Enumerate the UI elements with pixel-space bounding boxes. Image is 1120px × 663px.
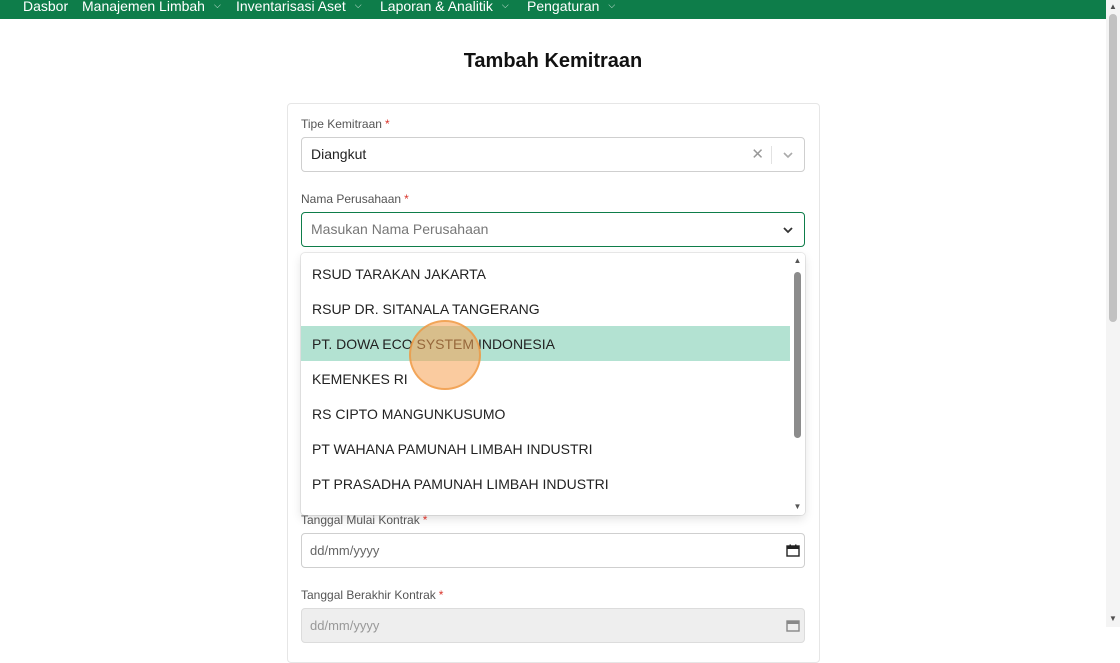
chevron-down-icon: ⌵	[354, 0, 362, 10]
nav-item-label: Pengaturan	[527, 0, 600, 14]
nav-item-inventarisasi-aset[interactable]: Inventarisasi Aset ⌵	[236, 0, 362, 19]
required-mark: *	[438, 588, 444, 602]
nav-item-label: Dasbor	[23, 0, 69, 14]
dropdown-option[interactable]: RSUP DR. SITANALA TANGERANG	[301, 291, 790, 326]
selected-value: Diangkut	[311, 146, 367, 162]
tanggal-mulai-input[interactable]: dd/mm/yyyy	[301, 533, 805, 568]
scroll-up-arrow-icon[interactable]: ▲	[1108, 2, 1118, 12]
dropdown-option[interactable]: RSUD TARAKAN JAKARTA	[301, 256, 790, 291]
tanggal-mulai-label: Tanggal Mulai Kontrak *	[301, 513, 427, 527]
calendar-icon[interactable]	[786, 544, 800, 557]
field-label-text: Nama Perusahaan	[301, 192, 402, 206]
date-placeholder: dd/mm/yyyy	[310, 543, 380, 558]
chevron-down-icon: ⌵	[608, 0, 616, 10]
tanggal-berakhir-label: Tanggal Berakhir Kontrak *	[301, 588, 443, 602]
required-mark: *	[404, 192, 409, 206]
scroll-down-arrow-icon[interactable]: ▼	[793, 502, 802, 511]
nav-item-dasbor[interactable]: Dasbor	[23, 0, 68, 19]
scrollbar-thumb[interactable]	[1109, 14, 1117, 322]
nama-perusahaan-label: Nama Perusahaan *	[301, 192, 409, 206]
divider	[771, 146, 772, 164]
scroll-down-arrow-icon[interactable]: ▼	[1108, 614, 1118, 624]
nav-item-label: Inventarisasi Aset	[236, 0, 346, 14]
dropdown-scrollbar[interactable]: ▲ ▼	[790, 253, 805, 515]
tipe-kemitraan-label: Tipe Kemitraan *	[301, 117, 390, 131]
scroll-up-arrow-icon[interactable]: ▲	[793, 256, 802, 265]
date-placeholder: dd/mm/yyyy	[310, 618, 380, 633]
page-scrollbar[interactable]: ▲ ▼	[1106, 0, 1120, 627]
dropdown-option[interactable]: PT WAHANA PAMUNAH LIMBAH INDUSTRI	[301, 431, 790, 466]
clear-icon[interactable]: ✕	[751, 145, 764, 163]
top-navbar: Dasbor Manajemen Limbah ⌵ Inventarisasi …	[0, 0, 1106, 19]
chevron-down-icon: ⌵	[501, 0, 509, 10]
required-mark: *	[422, 513, 428, 527]
dropdown-option[interactable]: PT PRASADHA PAMUNAH LIMBAH INDUSTRI	[301, 466, 790, 501]
nav-item-manajemen-limbah[interactable]: Manajemen Limbah ⌵	[82, 0, 221, 19]
field-label-text: Tipe Kemitraan	[301, 117, 382, 131]
nav-item-label: Manajemen Limbah	[82, 0, 205, 14]
nav-item-label: Laporan & Analitik	[380, 0, 493, 14]
dropdown-option-highlighted[interactable]: PT. DOWA ECO SYSTEM INDONESIA	[301, 326, 790, 361]
page-title: Tambah Kemitraan	[463, 50, 643, 72]
nav-item-laporan-analitik[interactable]: Laporan & Analitik ⌵	[380, 0, 509, 19]
tipe-kemitraan-select[interactable]: Diangkut ✕	[301, 137, 805, 172]
dropdown-option[interactable]: RS CIPTO MANGUNKUSUMO	[301, 396, 790, 431]
chevron-down-icon[interactable]	[782, 149, 794, 161]
chevron-down-icon[interactable]	[782, 224, 794, 236]
tanggal-berakhir-input[interactable]: dd/mm/yyyy	[301, 608, 805, 643]
dropdown-scrollbar-thumb[interactable]	[794, 272, 801, 438]
company-dropdown-menu: RSUD TARAKAN JAKARTA RSUP DR. SITANALA T…	[301, 253, 805, 515]
calendar-icon[interactable]	[786, 619, 800, 632]
nama-perusahaan-select[interactable]: Masukan Nama Perusahaan	[301, 212, 805, 247]
nav-item-pengaturan[interactable]: Pengaturan ⌵	[527, 0, 615, 19]
chevron-down-icon: ⌵	[213, 0, 221, 10]
select-placeholder: Masukan Nama Perusahaan	[311, 221, 489, 237]
field-label-text: Tanggal Berakhir Kontrak	[301, 588, 436, 602]
dropdown-option[interactable]: KEMENKES RI	[301, 361, 790, 396]
required-mark: *	[384, 117, 390, 131]
field-label-text: Tanggal Mulai Kontrak	[301, 513, 420, 527]
